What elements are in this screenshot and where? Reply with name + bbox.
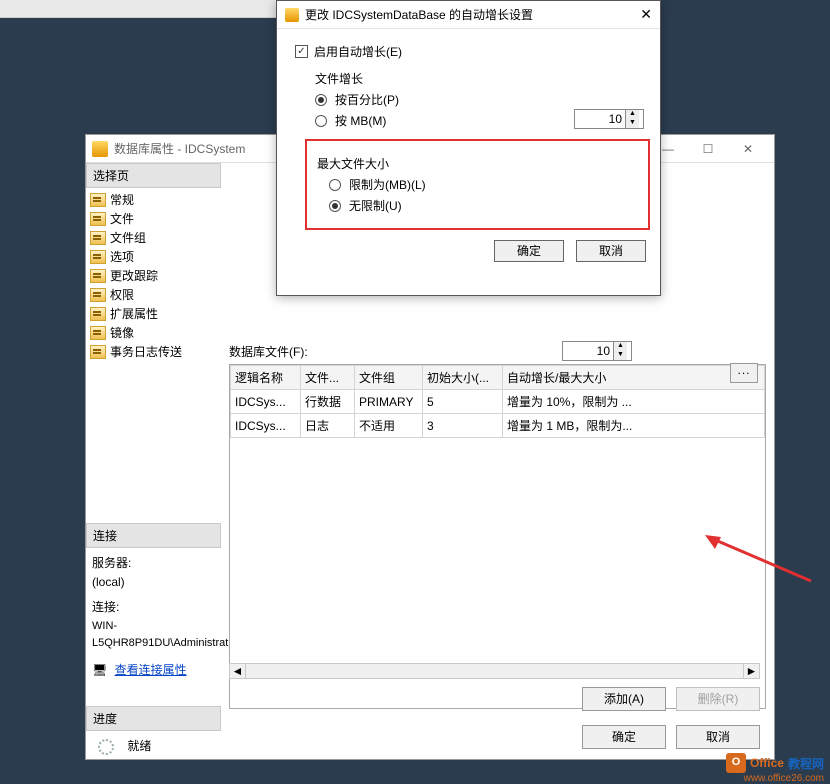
- page-icon: [90, 212, 106, 226]
- tree-item-extended-props[interactable]: 扩展属性: [88, 304, 219, 323]
- page-icon: [90, 269, 106, 283]
- radio-icon: [329, 179, 341, 191]
- close-button[interactable]: ✕: [728, 139, 768, 159]
- progress-status: 就绪: [127, 739, 151, 753]
- max-value-field[interactable]: [563, 344, 613, 358]
- progress-status-row: 就绪: [86, 731, 221, 762]
- database-icon: [285, 8, 299, 22]
- database-icon: [92, 141, 108, 157]
- connection-value: WIN-L5QHR8P91DU\Administrat: [92, 618, 215, 653]
- db-files-label: 数据库文件(F):: [229, 343, 774, 360]
- autogrowth-ellipsis-button[interactable]: ...: [730, 363, 758, 383]
- connection-header: 连接: [86, 523, 221, 548]
- tree-item-files[interactable]: 文件: [88, 209, 219, 228]
- spin-up-icon[interactable]: ▲: [626, 110, 639, 119]
- scroll-right-icon[interactable]: ►: [743, 664, 759, 678]
- growth-header: 文件增长: [315, 70, 660, 87]
- monitor-icon: 🖥: [92, 663, 107, 677]
- radio-icon: [315, 115, 327, 127]
- table-row[interactable]: IDCSys... 行数据 PRIMARY 5 增量为 10%，限制为 ...: [231, 390, 765, 414]
- connection-info: 服务器: (local) 连接: WIN-L5QHR8P91DU\Adminis…: [86, 548, 221, 686]
- col-logical-name[interactable]: 逻辑名称: [231, 366, 301, 390]
- col-autogrowth[interactable]: 自动增长/最大大小: [503, 366, 765, 390]
- autogrowth-dialog: 更改 IDCSystemDataBase 的自动增长设置 ✕ 启用自动增长(E)…: [276, 0, 661, 296]
- file-growth-section: 文件增长 按百分比(P) ▲▼ 按 MB(M): [315, 70, 660, 129]
- spinner-icon: [98, 739, 114, 755]
- connection-label: 连接:: [92, 598, 215, 617]
- tree-item-log-shipping[interactable]: 事务日志传送: [88, 342, 219, 361]
- ag-ok-button[interactable]: 确定: [494, 240, 564, 262]
- files-table[interactable]: 逻辑名称 文件... 文件组 初始大小(... 自动增长/最大大小 IDCSys…: [230, 365, 765, 708]
- server-value: (local): [92, 573, 215, 592]
- horizontal-scrollbar[interactable]: ◄ ►: [229, 663, 760, 679]
- enable-autogrowth-checkbox[interactable]: 启用自动增长(E): [295, 43, 660, 60]
- tree-item-permissions[interactable]: 权限: [88, 285, 219, 304]
- ag-title: 更改 IDCSystemDataBase 的自动增长设置: [305, 6, 640, 23]
- remove-button: 删除(R): [676, 687, 760, 711]
- col-initial-size[interactable]: 初始大小(...: [423, 366, 503, 390]
- dialog-buttons: 确定 取消: [582, 725, 760, 749]
- cancel-button[interactable]: 取消: [676, 725, 760, 749]
- spin-up-icon[interactable]: ▲: [614, 342, 627, 351]
- tree-item-change-tracking[interactable]: 更改跟踪: [88, 266, 219, 285]
- page-icon: [90, 231, 106, 245]
- scroll-left-icon[interactable]: ◄: [230, 664, 246, 678]
- page-tree: 常规 文件 文件组 选项 更改跟踪 权限 扩展属性 镜像 事务日志传送: [86, 188, 221, 363]
- left-panel: 选择页 常规 文件 文件组 选项 更改跟踪 权限 扩展属性 镜像 事务日志传送 …: [86, 163, 221, 759]
- max-limited-radio[interactable]: 限制为(MB)(L) ▲▼: [329, 176, 640, 193]
- tree-item-filegroups[interactable]: 文件组: [88, 228, 219, 247]
- max-size-input[interactable]: ▲▼: [562, 341, 632, 361]
- ag-titlebar: 更改 IDCSystemDataBase 的自动增长设置 ✕: [277, 1, 660, 29]
- select-page-header: 选择页: [86, 163, 221, 188]
- spin-down-icon[interactable]: ▼: [614, 351, 627, 360]
- page-icon: [90, 250, 106, 264]
- spin-down-icon[interactable]: ▼: [626, 119, 639, 128]
- close-button[interactable]: ✕: [640, 6, 652, 23]
- view-connection-link[interactable]: 查看连接属性: [115, 663, 187, 677]
- ok-button[interactable]: 确定: [582, 725, 666, 749]
- checkbox-icon: [295, 45, 308, 58]
- watermark: O Office教程网 www.office26.com: [726, 753, 824, 773]
- max-unlimited-radio[interactable]: 无限制(U): [329, 197, 640, 214]
- enable-autogrowth-label: 启用自动增长(E): [314, 43, 402, 60]
- progress-header: 进度: [86, 706, 221, 731]
- growth-value-field[interactable]: [575, 112, 625, 126]
- page-icon: [90, 307, 106, 321]
- watermark-icon: O: [726, 753, 746, 773]
- max-size-highlight: 最大文件大小 限制为(MB)(L) ▲▼ 无限制(U): [305, 139, 650, 230]
- col-filegroup[interactable]: 文件组: [355, 366, 423, 390]
- radio-icon: [329, 200, 341, 212]
- tree-item-general[interactable]: 常规: [88, 190, 219, 209]
- tree-item-mirroring[interactable]: 镜像: [88, 323, 219, 342]
- page-icon: [90, 193, 106, 207]
- page-icon: [90, 345, 106, 359]
- server-label: 服务器:: [92, 554, 215, 573]
- max-size-header: 最大文件大小: [317, 155, 640, 172]
- table-row[interactable]: IDCSys... 日志 不适用 3 增量为 1 MB，限制为...: [231, 414, 765, 438]
- maximize-button[interactable]: ☐: [688, 139, 728, 159]
- files-table-wrap: 逻辑名称 文件... 文件组 初始大小(... 自动增长/最大大小 IDCSys…: [229, 364, 766, 709]
- file-buttons: 添加(A) 删除(R): [582, 687, 760, 711]
- ag-button-row: 确定 取消: [277, 240, 646, 262]
- growth-percent-input[interactable]: ▲▼: [574, 109, 644, 129]
- add-button[interactable]: 添加(A): [582, 687, 666, 711]
- app-toolbar: [0, 0, 276, 18]
- page-icon: [90, 326, 106, 340]
- page-icon: [90, 288, 106, 302]
- col-file-type[interactable]: 文件...: [301, 366, 355, 390]
- growth-percent-radio[interactable]: 按百分比(P) ▲▼: [315, 91, 660, 108]
- ag-cancel-button[interactable]: 取消: [576, 240, 646, 262]
- tree-item-options[interactable]: 选项: [88, 247, 219, 266]
- radio-icon: [315, 94, 327, 106]
- table-header-row: 逻辑名称 文件... 文件组 初始大小(... 自动增长/最大大小: [231, 366, 765, 390]
